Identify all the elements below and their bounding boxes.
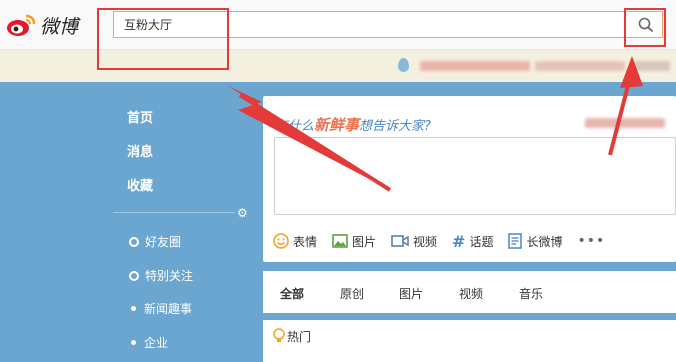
annotation-arrows	[228, 56, 643, 192]
annotation-arrow-line	[608, 69, 634, 156]
watermark-url: jingyan.baidu.com	[584, 346, 668, 356]
watermark: Baidu经验 jingyan.baidu.com	[546, 314, 668, 356]
watermark-brand: Baidu经验	[546, 320, 668, 345]
annotation-arrow-line	[238, 93, 392, 192]
